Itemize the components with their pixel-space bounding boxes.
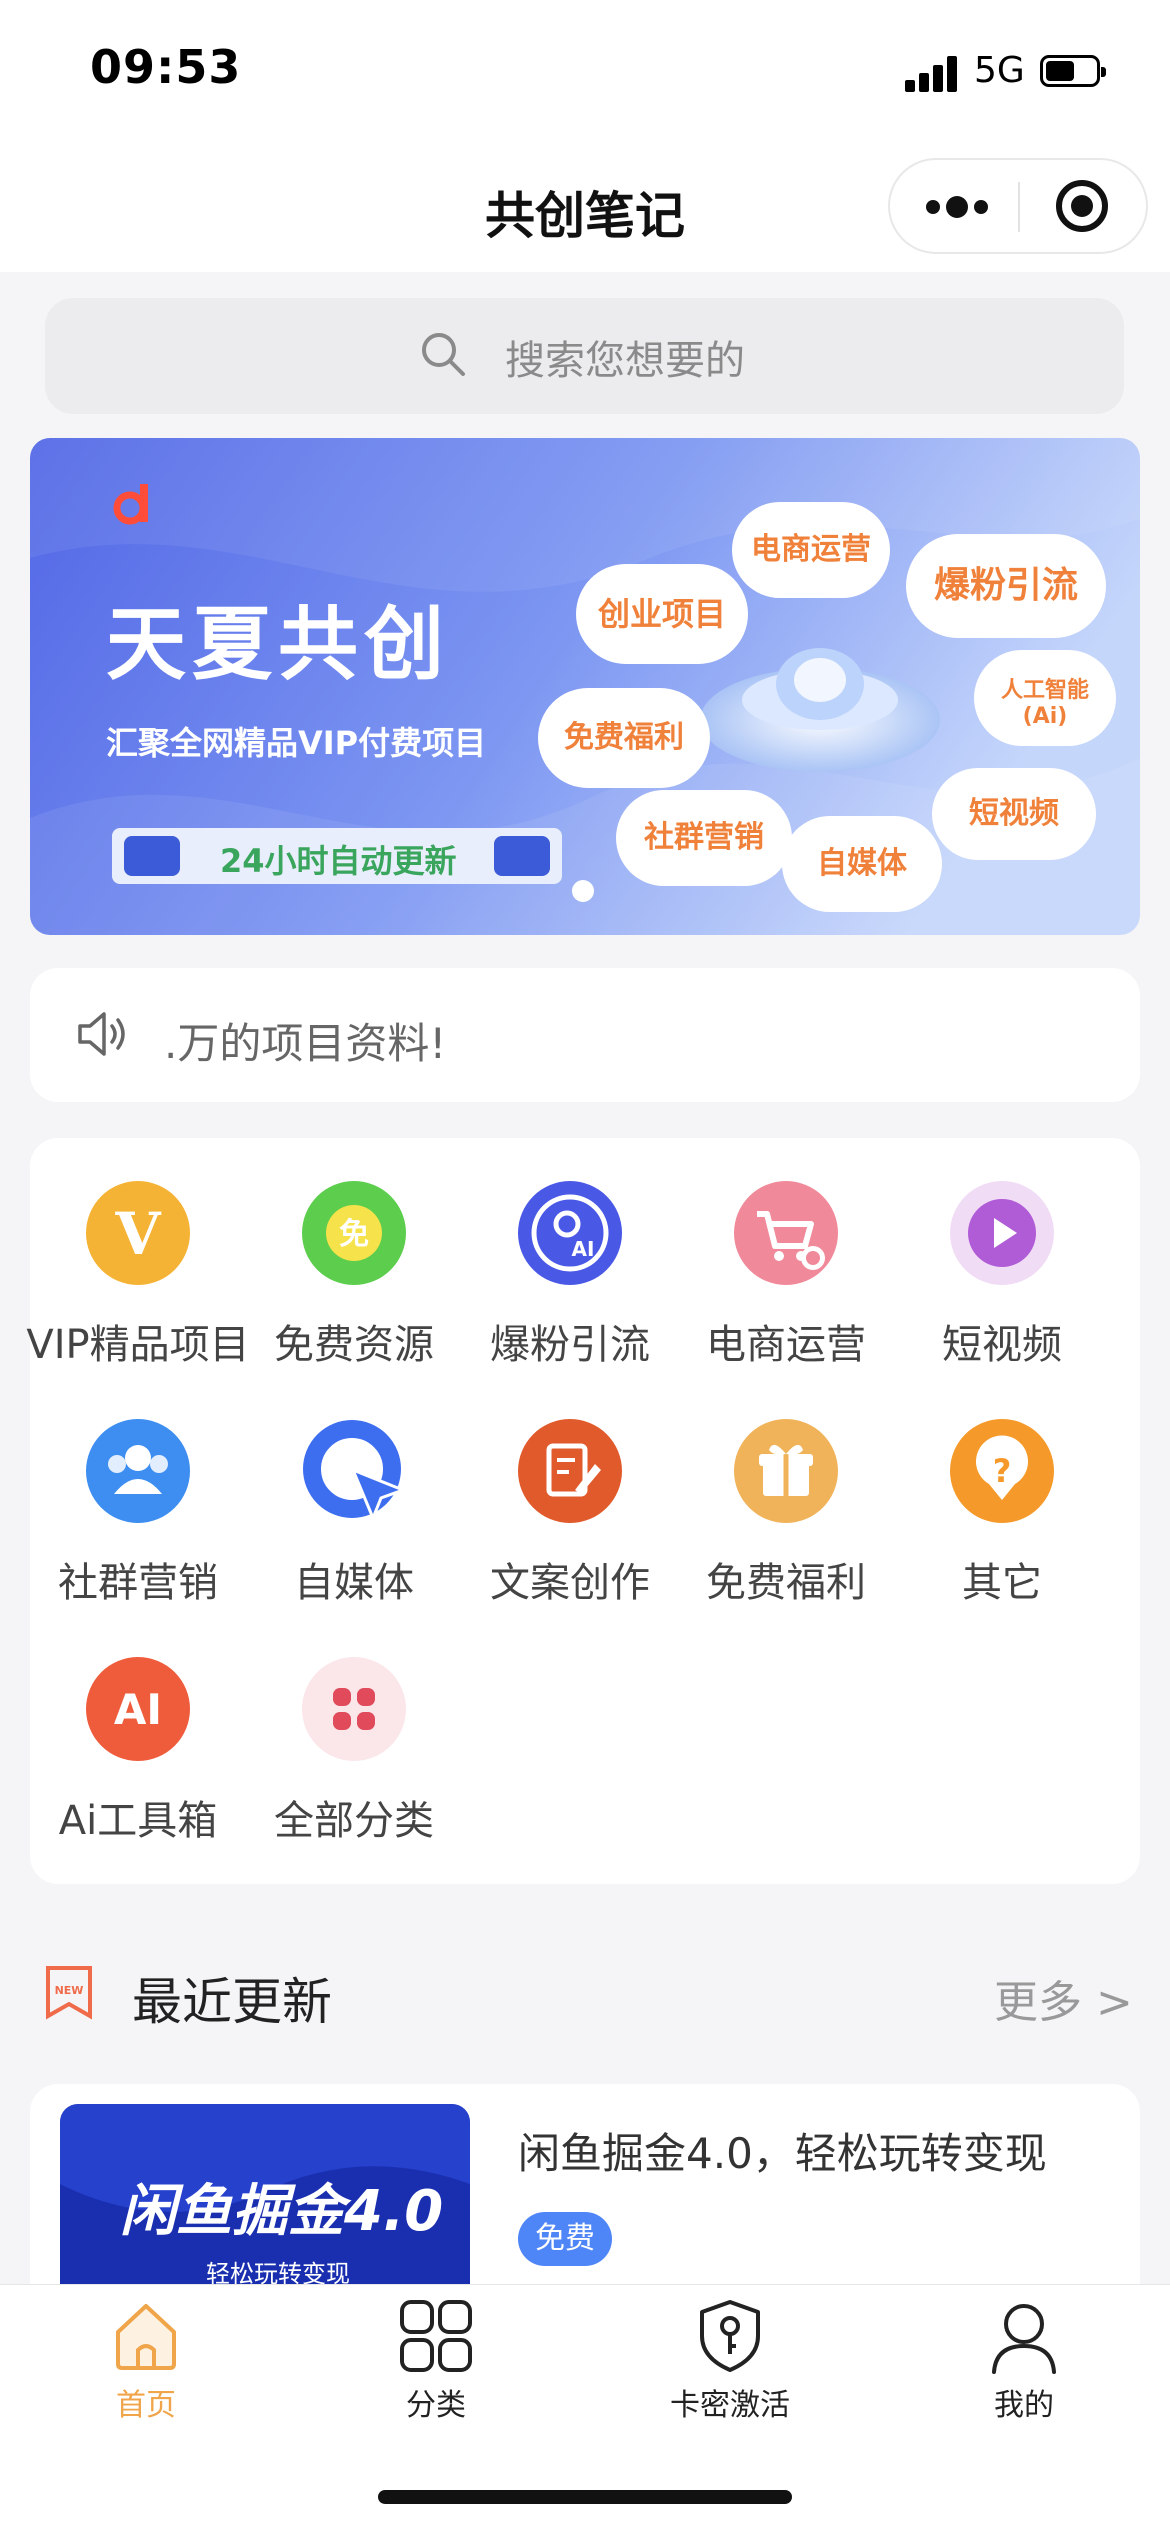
bubble-shortvideo: 短视频 xyxy=(932,768,1096,860)
category-traffic[interactable]: AI 爆粉引流 xyxy=(462,1138,678,1368)
gift-icon xyxy=(729,1414,843,1528)
robot-icon xyxy=(124,836,180,876)
category-other[interactable]: ? 其它 xyxy=(894,1376,1110,1606)
battery-icon xyxy=(1040,55,1106,87)
svg-text:V: V xyxy=(114,1200,161,1268)
home-icon xyxy=(116,2304,176,2370)
edit-icon xyxy=(513,1414,627,1528)
free-icon: 免 xyxy=(297,1176,411,1290)
cart-icon xyxy=(729,1176,843,1290)
free-tag: 免费 xyxy=(518,2212,612,2266)
notice-bar[interactable]: .万的项目资料! xyxy=(30,968,1140,1102)
thumb-title: 闲鱼掘金4.0 xyxy=(120,2179,444,2244)
svg-text:AI: AI xyxy=(114,1685,162,1734)
mini-program-capsule xyxy=(888,158,1148,254)
bubble-media: 自媒体 xyxy=(782,816,942,912)
cursor-icon xyxy=(297,1414,411,1528)
tab-category[interactable]: 分类 xyxy=(326,2296,546,2424)
shield-key-icon xyxy=(700,2300,760,2372)
banner-carousel[interactable]: 天夏共创 汇聚全网精品VIP付费项目 24小时自动更新 电商运营 爆粉引流 创业… xyxy=(30,438,1140,935)
banner-badge-text: 24小时自动更新 xyxy=(220,842,457,880)
svg-text:AI: AI xyxy=(572,1237,595,1261)
home-indicator xyxy=(378,2490,792,2504)
brand-logo xyxy=(112,480,156,528)
new-badge-icon: NEW xyxy=(44,1964,94,2020)
tab-activate[interactable]: 卡密激活 xyxy=(620,2296,840,2424)
bubble-traffic: 爆粉引流 xyxy=(906,534,1106,638)
signal-icon xyxy=(905,56,959,92)
bubble-startup: 创业项目 xyxy=(576,564,748,664)
notice-text: .万的项目资料! xyxy=(164,1019,447,1068)
category-all[interactable]: 全部分类 xyxy=(246,1614,462,1844)
category-welfare[interactable]: 免费福利 xyxy=(678,1376,894,1606)
banner-badge: 24小时自动更新 xyxy=(112,828,562,884)
svg-text:NEW: NEW xyxy=(55,1984,84,1997)
bubble-ai: 人工智能 (Ai) xyxy=(974,650,1116,746)
bubble-welfare: 免费福利 xyxy=(538,688,710,788)
tab-home[interactable]: 首页 xyxy=(36,2296,256,2424)
ai-user-icon: AI xyxy=(513,1176,627,1290)
play-icon xyxy=(945,1176,1059,1290)
ai-icon: AI xyxy=(81,1652,195,1766)
category-copywriting[interactable]: 文案创作 xyxy=(462,1376,678,1606)
category-ecommerce[interactable]: 电商运营 xyxy=(678,1138,894,1368)
bubble-ecommerce: 电商运营 xyxy=(732,502,890,598)
network-label: 5G xyxy=(974,50,1025,91)
banner-title: 天夏共创 xyxy=(106,598,450,691)
question-icon: ? xyxy=(945,1414,1059,1528)
svg-text:免: 免 xyxy=(339,1217,369,1252)
carousel-indicator xyxy=(572,880,594,902)
vip-icon: V xyxy=(81,1176,195,1290)
search-bar[interactable]: 搜索您想要的 xyxy=(45,298,1124,414)
section-title: 最近更新 xyxy=(132,1973,332,2031)
category-ai-toolbox[interactable]: AI Ai工具箱 xyxy=(30,1614,246,1844)
category-media[interactable]: 自媒体 xyxy=(246,1376,462,1606)
more-link[interactable]: 更多 > xyxy=(994,1966,1133,2030)
robot-icon xyxy=(494,836,550,876)
group-icon xyxy=(81,1414,195,1528)
category-vip[interactable]: V VIP精品项目 xyxy=(26,1138,250,1368)
category-shortvideo[interactable]: 短视频 xyxy=(894,1138,1110,1368)
close-target-icon[interactable] xyxy=(1056,180,1108,232)
grid-icon xyxy=(400,2300,472,2372)
category-free[interactable]: 免 免费资源 xyxy=(246,1138,462,1368)
bubble-community: 社群营销 xyxy=(616,790,792,886)
search-placeholder: 搜索您想要的 xyxy=(505,338,745,384)
speaker-icon xyxy=(78,1012,125,1056)
category-community[interactable]: 社群营销 xyxy=(30,1376,246,1606)
clover-icon xyxy=(297,1652,411,1766)
person-icon xyxy=(992,2304,1056,2374)
category-grid: V VIP精品项目 免 免费资源 AI 爆粉引流 电商运营 短视频 社群营销 自… xyxy=(26,1138,1140,1884)
tab-mine[interactable]: 我的 xyxy=(914,2296,1134,2424)
status-time: 09:53 xyxy=(90,40,242,94)
article-title: 闲鱼掘金4.0，轻松玩转变现 xyxy=(518,2129,1047,2178)
banner-subtitle: 汇聚全网精品VIP付费项目 xyxy=(106,724,487,762)
more-icon[interactable] xyxy=(926,196,990,218)
svg-text:?: ? xyxy=(993,1452,1012,1490)
search-icon xyxy=(422,333,465,376)
